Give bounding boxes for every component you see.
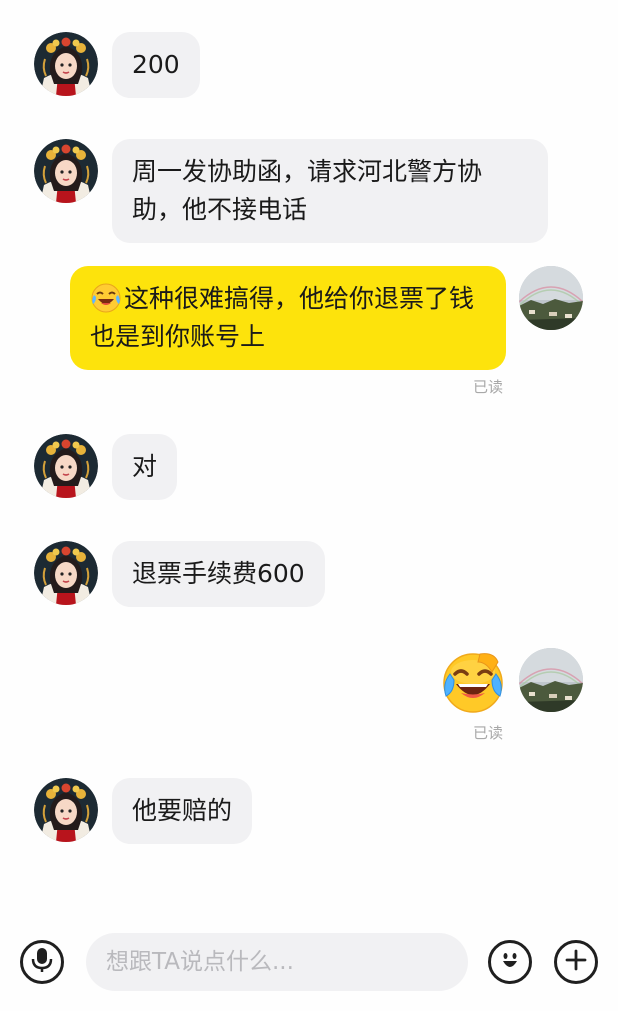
contact-avatar[interactable] — [34, 778, 98, 842]
message-row-outgoing: 这种很难搞得，他给你退票了钱也是到你账号上 已读 — [0, 266, 618, 398]
message-row-outgoing: 已读 — [0, 648, 618, 748]
contact-avatar[interactable] — [34, 541, 98, 605]
emoji-button[interactable] — [488, 940, 532, 984]
message-input-bar — [0, 930, 618, 996]
contact-avatar[interactable] — [34, 434, 98, 498]
read-status: 已读 — [473, 378, 504, 396]
contact-avatar[interactable] — [34, 139, 98, 203]
message-row-incoming: 周一发协助函，请求河北警方协助，他不接电话 — [0, 139, 618, 243]
microphone-icon — [31, 947, 53, 977]
message-text: 200 — [132, 50, 180, 79]
message-text: 周一发协助函，请求河北警方协助，他不接电话 — [132, 157, 483, 224]
message-text: 这种很难搞得，他给你退票了钱也是到你账号上 — [90, 284, 475, 351]
chat-screen: 200 周一发协助函，请求河北警方协助，他不接电话 这种很难搞得，他给你退票了钱… — [0, 0, 618, 1011]
voice-button[interactable] — [20, 940, 64, 984]
my-avatar[interactable] — [519, 648, 583, 712]
message-bubble-incoming[interactable]: 他要赔的 — [112, 778, 253, 844]
message-input[interactable] — [86, 933, 468, 991]
message-text: 他要赔的 — [132, 796, 233, 825]
message-bubble-incoming[interactable]: 200 — [112, 32, 200, 98]
contact-avatar[interactable] — [34, 32, 98, 96]
more-button[interactable] — [554, 940, 598, 984]
my-avatar[interactable] — [519, 266, 583, 330]
message-row-incoming: 对 — [0, 434, 618, 500]
message-text: 对 — [132, 452, 158, 481]
message-row-incoming: 退票手续费600 — [0, 541, 618, 607]
message-bubble-outgoing[interactable]: 这种很难搞得，他给你退票了钱也是到你账号上 — [70, 266, 506, 370]
read-status: 已读 — [473, 724, 504, 742]
message-row-incoming: 他要赔的 — [0, 778, 618, 844]
message-bubble-incoming[interactable]: 对 — [112, 434, 178, 500]
plus-icon — [564, 948, 588, 976]
message-row-incoming: 200 — [0, 32, 618, 98]
message-bubble-incoming[interactable]: 周一发协助函，请求河北警方协助，他不接电话 — [112, 139, 548, 243]
message-text: 退票手续费600 — [132, 559, 305, 588]
message-bubble-incoming[interactable]: 退票手续费600 — [112, 541, 325, 607]
crying-laughing-face-icon — [90, 281, 122, 313]
smiley-icon — [497, 947, 523, 977]
crying-laughing-face-sticker[interactable] — [440, 648, 506, 714]
